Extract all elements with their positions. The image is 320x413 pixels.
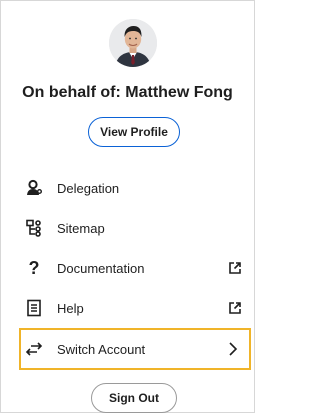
chevron-right-icon [223, 339, 243, 359]
menu-item-documentation[interactable]: ? Documentation [19, 250, 251, 286]
menu-item-label: Delegation [57, 180, 120, 196]
menu-item-label: Switch Account [57, 341, 146, 357]
switch-arrows-icon [23, 338, 45, 360]
menu-item-label: Documentation [57, 260, 145, 276]
document-icon [23, 297, 45, 319]
sign-out-button[interactable]: Sign Out [91, 383, 177, 413]
menu-item-delegation[interactable]: Delegation [19, 170, 251, 206]
view-profile-button[interactable]: View Profile [88, 117, 180, 147]
avatar-image [109, 19, 157, 67]
external-link-icon [225, 298, 245, 318]
menu-item-switch-account[interactable]: Switch Account [19, 328, 251, 370]
sitemap-icon [23, 217, 45, 239]
delegation-icon [23, 177, 45, 199]
menu-item-label: Sitemap [57, 220, 105, 236]
question-icon: ? [28, 258, 40, 278]
avatar [109, 19, 157, 67]
menu-item-help[interactable]: Help [19, 290, 251, 326]
account-menu-panel: On behalf of: Matthew Fong View Profile … [0, 0, 255, 413]
menu-item-sitemap[interactable]: Sitemap [19, 210, 251, 246]
menu-item-label: Help [57, 300, 84, 316]
external-link-icon [225, 258, 245, 278]
on-behalf-of-label: On behalf of: Matthew Fong [22, 84, 233, 101]
